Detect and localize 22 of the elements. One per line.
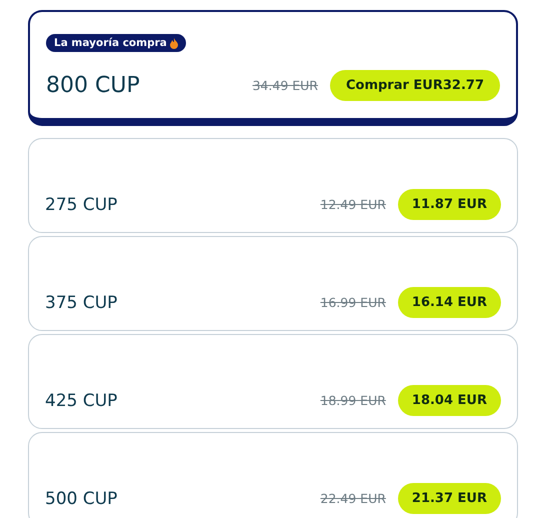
buy-button[interactable]: 11.87 EUR: [398, 189, 501, 220]
offer-card[interactable]: La mayoría compra 800 CUP 34.49 EUR Comprar EUR32.77: [28, 10, 518, 126]
old-price: 16.99 EUR: [320, 295, 386, 310]
offer-card[interactable]: 375 CUP 16.99 EUR 16.14 EUR: [28, 236, 518, 331]
buy-button[interactable]: 16.14 EUR: [398, 287, 501, 318]
old-price: 18.99 EUR: [320, 393, 386, 408]
buy-button[interactable]: 21.37 EUR: [398, 483, 501, 514]
amount-label: 425 CUP: [45, 390, 118, 410]
amount-label: 275 CUP: [45, 194, 118, 214]
amount-label: 500 CUP: [45, 488, 118, 508]
offer-card[interactable]: 500 CUP 22.49 EUR 21.37 EUR: [28, 432, 518, 518]
buy-button[interactable]: 18.04 EUR: [398, 385, 501, 416]
popular-badge: La mayoría compra: [46, 34, 186, 52]
offer-card[interactable]: 275 CUP 12.49 EUR 11.87 EUR: [28, 138, 518, 233]
buy-button[interactable]: Comprar EUR32.77: [330, 70, 500, 100]
offer-card[interactable]: 425 CUP 18.99 EUR 18.04 EUR: [28, 334, 518, 429]
flame-icon: [170, 38, 178, 48]
amount-label: 800 CUP: [46, 72, 141, 98]
old-price: 22.49 EUR: [320, 491, 386, 506]
old-price: 34.49 EUR: [252, 78, 318, 92]
amount-label: 375 CUP: [45, 292, 118, 312]
old-price: 12.49 EUR: [320, 197, 386, 212]
